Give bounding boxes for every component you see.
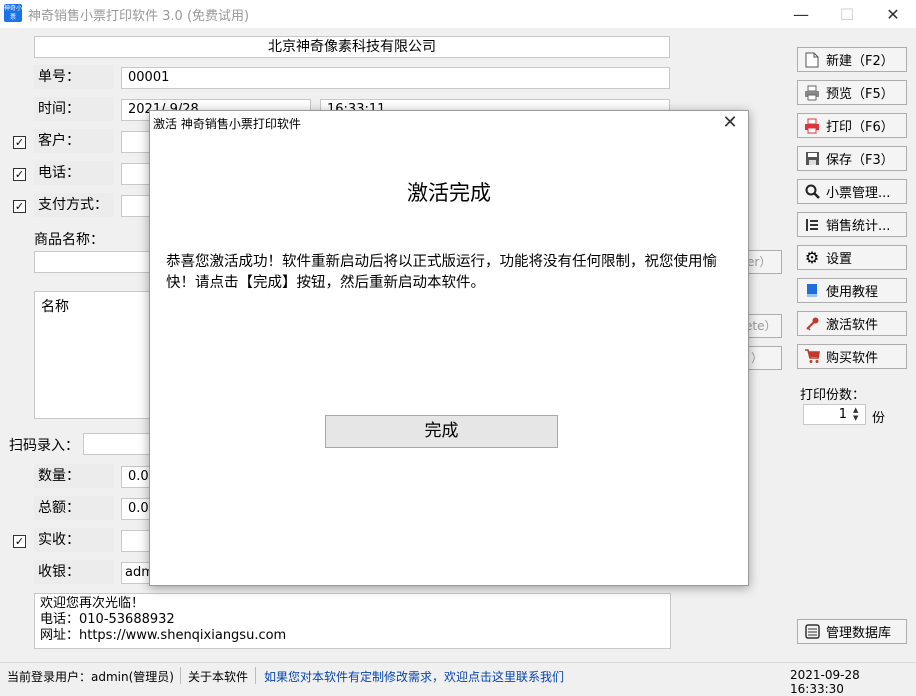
cashier-input[interactable]: adm: [121, 562, 151, 584]
status-datetime: 2021-09-28 16:33:30: [790, 668, 860, 696]
company-name-input[interactable]: 北京神奇像素科技有限公司: [34, 36, 670, 58]
scan-label: 扫码录入：: [9, 438, 79, 454]
order-no-label: 单号：: [34, 65, 114, 89]
window-title: 神奇销售小票打印软件 3.0 (免费试用): [28, 9, 250, 24]
footer-line: 电话：010-53688932: [40, 612, 175, 627]
paid-checkbox[interactable]: ✓: [13, 535, 26, 548]
save-button-label: 保存（F3）: [826, 153, 894, 168]
printer-icon: [804, 118, 820, 134]
tutorial-button[interactable]: 使用教程: [797, 278, 907, 303]
manage-db-button[interactable]: 管理数据库: [797, 619, 907, 644]
key-icon: [804, 316, 820, 332]
total-value: 0.00: [121, 498, 151, 520]
footer-line: 欢迎您再次光临！: [40, 596, 145, 611]
phone-label: 电话：: [34, 161, 114, 185]
status-divider: [255, 667, 256, 684]
preview-button[interactable]: 预览（F5）: [797, 80, 907, 105]
sales-stats-button[interactable]: 销售统计...: [797, 212, 907, 237]
copies-label: 打印份数：: [800, 388, 866, 403]
new-button-label: 新建（F2）: [826, 54, 894, 69]
paid-input[interactable]: [121, 530, 151, 552]
customer-input[interactable]: [121, 131, 151, 153]
quantity-value: 0.00: [121, 466, 151, 488]
custom-contact-link[interactable]: 如果您对本软件有定制修改需求，欢迎点击这里联系我们: [264, 668, 564, 685]
sales-stats-label: 销售统计...: [826, 219, 891, 234]
phone-input[interactable]: [121, 163, 151, 185]
payment-input[interactable]: [121, 195, 151, 217]
dialog-message: 恭喜您激活成功！软件重新启动后将以正式版运行，功能将没有任何限制，祝您使用愉快！…: [166, 254, 717, 291]
manage-receipts-button[interactable]: 小票管理...: [797, 179, 907, 204]
order-no-input[interactable]: 00001: [121, 67, 670, 89]
table-header-name: 名称: [41, 299, 69, 315]
printer-preview-icon: [804, 85, 820, 101]
receipt-footer-textarea[interactable]: 欢迎您再次光临！ 电话：010-53688932 网址：https://www.…: [34, 593, 671, 649]
magnifier-icon: [804, 184, 820, 200]
dialog-heading: 激活完成: [407, 181, 491, 205]
preview-button-label: 预览（F5）: [826, 87, 894, 102]
quantity-label: 数量：: [34, 464, 114, 488]
cashier-label: 收银：: [34, 560, 114, 584]
manage-db-label: 管理数据库: [826, 626, 892, 641]
time-label: 时间：: [34, 97, 114, 121]
product-name-input[interactable]: [34, 251, 151, 273]
about-link[interactable]: 关于本软件: [188, 668, 248, 685]
new-document-icon: [804, 52, 820, 68]
manage-receipts-label: 小票管理...: [826, 186, 891, 201]
app-logo-icon: 神奇小票: [4, 4, 23, 22]
settings-label: 设置: [826, 252, 853, 267]
print-button[interactable]: 打印（F6）: [797, 113, 907, 138]
total-label: 总额：: [34, 496, 114, 520]
buy-label: 购买软件: [826, 351, 879, 366]
floppy-disk-icon: [804, 151, 820, 167]
payment-checkbox[interactable]: ✓: [13, 200, 26, 213]
shopping-cart-icon: [804, 349, 820, 365]
database-icon: [804, 624, 820, 640]
activate-label: 激活软件: [826, 318, 879, 333]
footer-line: 网址：https://www.shenqixiangsu.com: [40, 628, 287, 643]
maximize-button[interactable]: ☐: [824, 0, 870, 28]
minimize-button[interactable]: —: [778, 0, 824, 28]
tutorial-label: 使用教程: [826, 285, 879, 300]
stepper-arrows-icon[interactable]: ▲ ▼: [853, 406, 858, 422]
activate-button[interactable]: 激活软件: [797, 311, 907, 336]
current-user-text: 当前登录用户：admin(管理员): [7, 670, 174, 684]
save-button[interactable]: 保存（F3）: [797, 146, 907, 171]
phone-checkbox[interactable]: ✓: [13, 168, 26, 181]
customer-checkbox[interactable]: ✓: [13, 136, 26, 149]
product-table[interactable]: 名称: [34, 291, 151, 419]
activation-dialog[interactable]: 激活 神奇销售小票打印软件 ✕ 激活完成 恭喜您激活成功！软件重新启动后将以正式…: [149, 110, 749, 586]
book-icon: [804, 283, 820, 299]
payment-label: 支付方式：: [34, 193, 114, 217]
buy-button[interactable]: 购买软件: [797, 344, 907, 369]
list-icon: [804, 217, 820, 233]
dialog-close-button[interactable]: ✕: [718, 111, 742, 135]
paid-label: 实收：: [34, 528, 114, 552]
finish-button[interactable]: 完成: [325, 415, 558, 448]
print-button-label: 打印（F6）: [826, 120, 894, 135]
copies-unit: 份: [872, 411, 886, 426]
settings-button[interactable]: ⚙ 设置: [797, 245, 907, 270]
status-divider: [180, 667, 181, 684]
close-button[interactable]: ✕: [870, 0, 916, 28]
gear-icon: ⚙: [804, 248, 820, 267]
dialog-title: 激活 神奇销售小票打印软件: [153, 117, 301, 131]
product-name-label: 商品名称：: [34, 232, 104, 248]
title-bar[interactable]: 神奇小票 神奇销售小票打印软件 3.0 (免费试用) — ☐ ✕: [0, 0, 916, 28]
scan-input[interactable]: [83, 433, 151, 455]
customer-label: 客户：: [34, 129, 114, 153]
status-bar: 当前登录用户：admin(管理员) 关于本软件 如果您对本软件有定制修改需求，欢…: [0, 662, 916, 696]
new-button[interactable]: 新建（F2）: [797, 47, 907, 72]
